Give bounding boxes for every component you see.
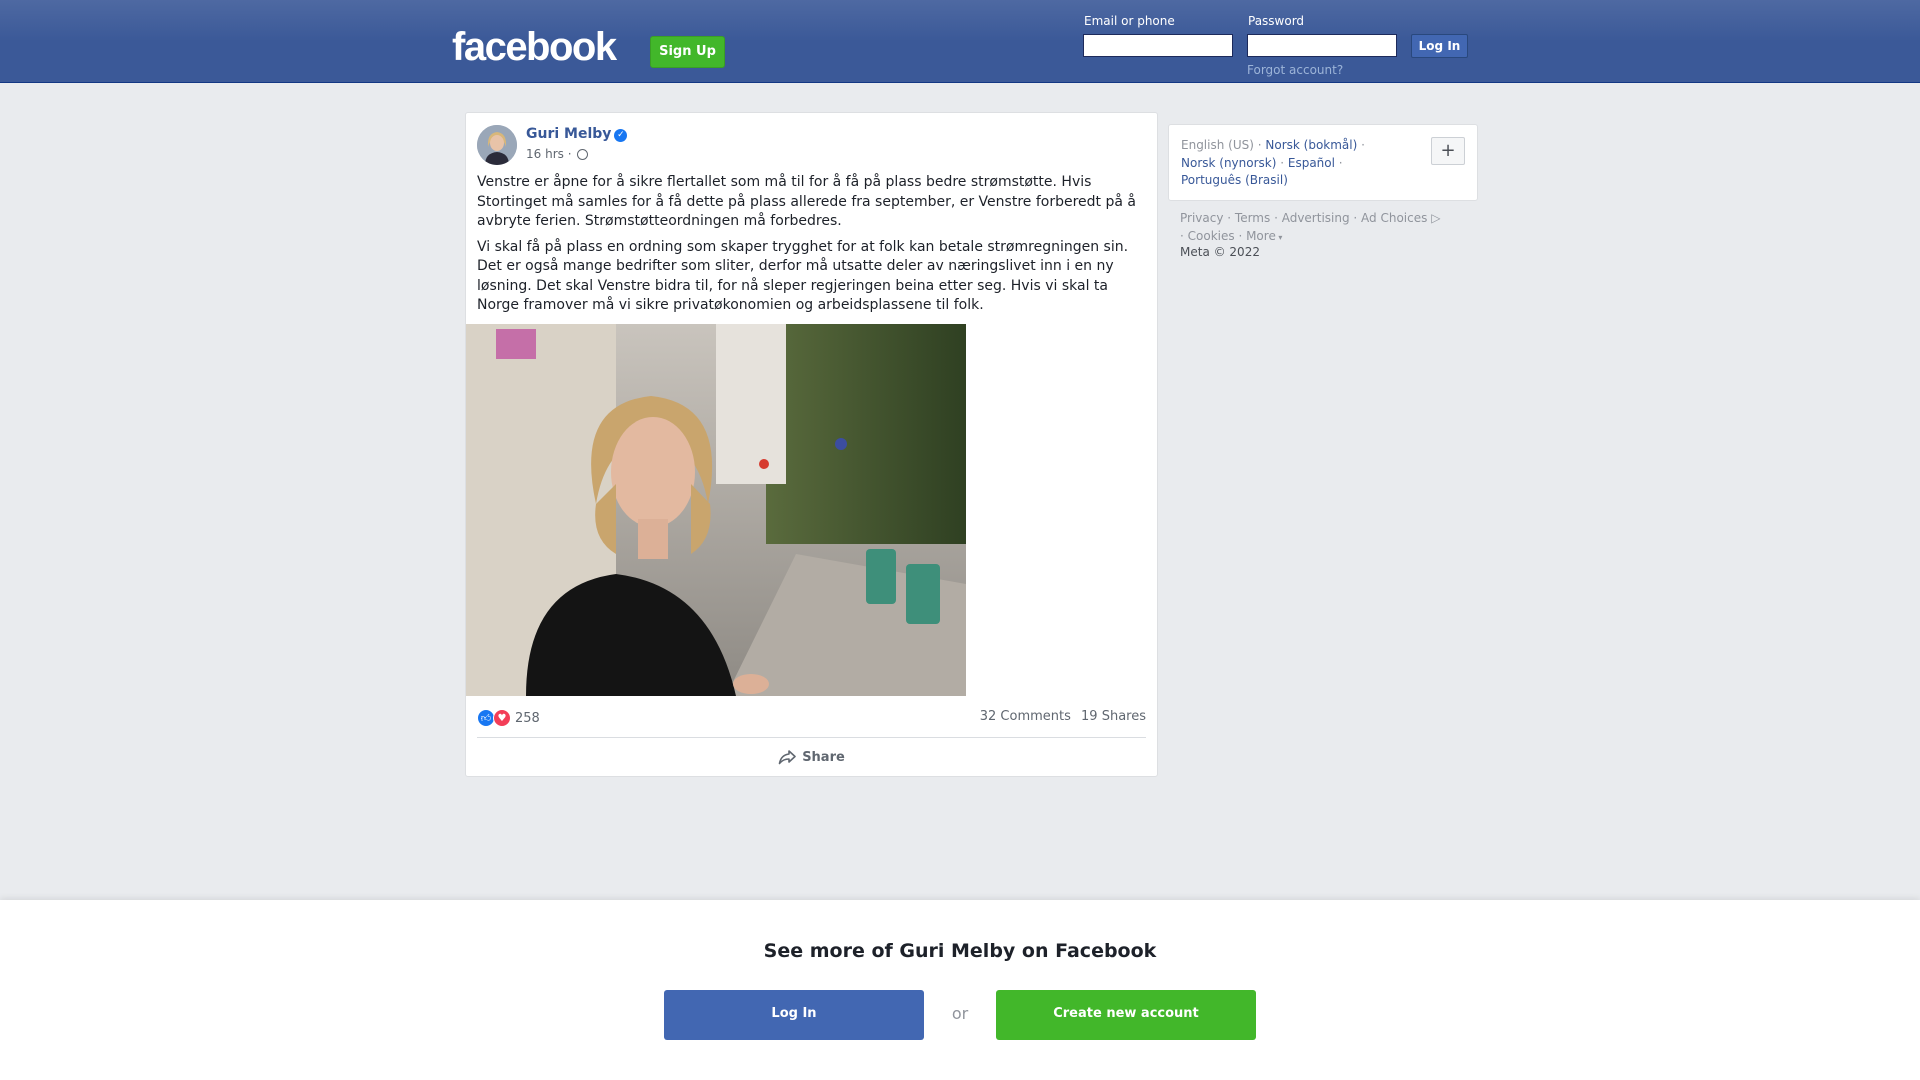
create-account-button[interactable]: Create new account [996,990,1256,1040]
share-button[interactable]: Share [477,741,1146,773]
language-link[interactable]: Português (Brasil) [1181,173,1288,187]
post-text: Venstre er åpne for å sikre flertallet s… [477,173,1152,322]
footer-link-terms[interactable]: Terms [1235,211,1270,225]
footer-link-cookies[interactable]: Cookies [1188,229,1235,243]
copyright: Meta © 2022 [1180,245,1260,259]
verified-badge-icon: ✓ [614,129,628,142]
footer-links: Privacy · Terms · Advertising · Ad Choic… [1180,211,1441,243]
post-meta: 16 hrs · [526,147,589,161]
share-label: Share [802,749,845,765]
divider [477,737,1146,738]
overlay-log-in-button[interactable]: Log In [664,990,924,1040]
share-icon [778,750,796,765]
reactions[interactable]: 👍︎ ♥ 258 [477,709,540,727]
see-more-title: See more of Guri Melby on Facebook [763,940,1157,962]
email-input[interactable] [1083,34,1233,57]
post-paragraph: Vi skal få på plass en ordning som skape… [477,238,1129,314]
language-list: English (US) · Norsk (bokmål) · Norsk (n… [1181,138,1365,187]
forgot-account-link[interactable]: Forgot account? [1247,63,1343,77]
love-icon: ♥ [493,709,511,727]
footer-link-advertising[interactable]: Advertising [1282,211,1350,225]
login-prompt-overlay: See more of Guri Melby on Facebook Log I… [0,900,1920,1080]
post-author[interactable]: Guri Melby ✓ [526,126,628,142]
password-label: Password [1248,14,1305,28]
shares-count[interactable]: 19 Shares [1081,709,1146,724]
footer-link-ad-choices[interactable]: Ad Choices [1361,211,1427,225]
post-photo[interactable] [466,324,966,696]
sign-up-button[interactable]: Sign Up [650,36,725,68]
caret-down-icon: ▾ [1275,233,1283,242]
current-language: English (US) [1181,138,1254,152]
footer-link-more[interactable]: More [1246,229,1276,243]
post-time[interactable]: 16 hrs · [526,147,572,161]
ad-choices-icon: ▷ [1427,211,1441,225]
more-languages-button[interactable]: + [1431,137,1465,165]
post-paragraph: Venstre er åpne for å sikre flertallet s… [477,174,1136,229]
facebook-logo[interactable]: facebook [452,23,617,71]
language-selector: English (US) · Norsk (bokmål) · Norsk (n… [1168,124,1478,201]
password-input[interactable] [1247,34,1397,57]
language-link[interactable]: Norsk (nynorsk) [1181,156,1276,170]
reaction-count: 258 [515,710,540,726]
top-bar: facebook Sign Up Email or phone Password… [0,0,1920,83]
language-link[interactable]: Norsk (bokmål) [1265,138,1357,152]
post-card: Guri Melby ✓ 16 hrs · Venstre er åpne for… [465,112,1158,777]
globe-icon [577,149,589,160]
email-label: Email or phone [1084,14,1175,28]
footer-link-privacy[interactable]: Privacy [1180,211,1223,225]
comments-count[interactable]: 32 Comments [980,709,1071,724]
avatar[interactable] [477,125,517,165]
log-in-button[interactable]: Log In [1411,34,1468,58]
engagement-counts: 32 Comments 19 Shares [974,709,1146,724]
or-separator: or [951,1004,969,1023]
language-link[interactable]: Español [1288,156,1335,170]
